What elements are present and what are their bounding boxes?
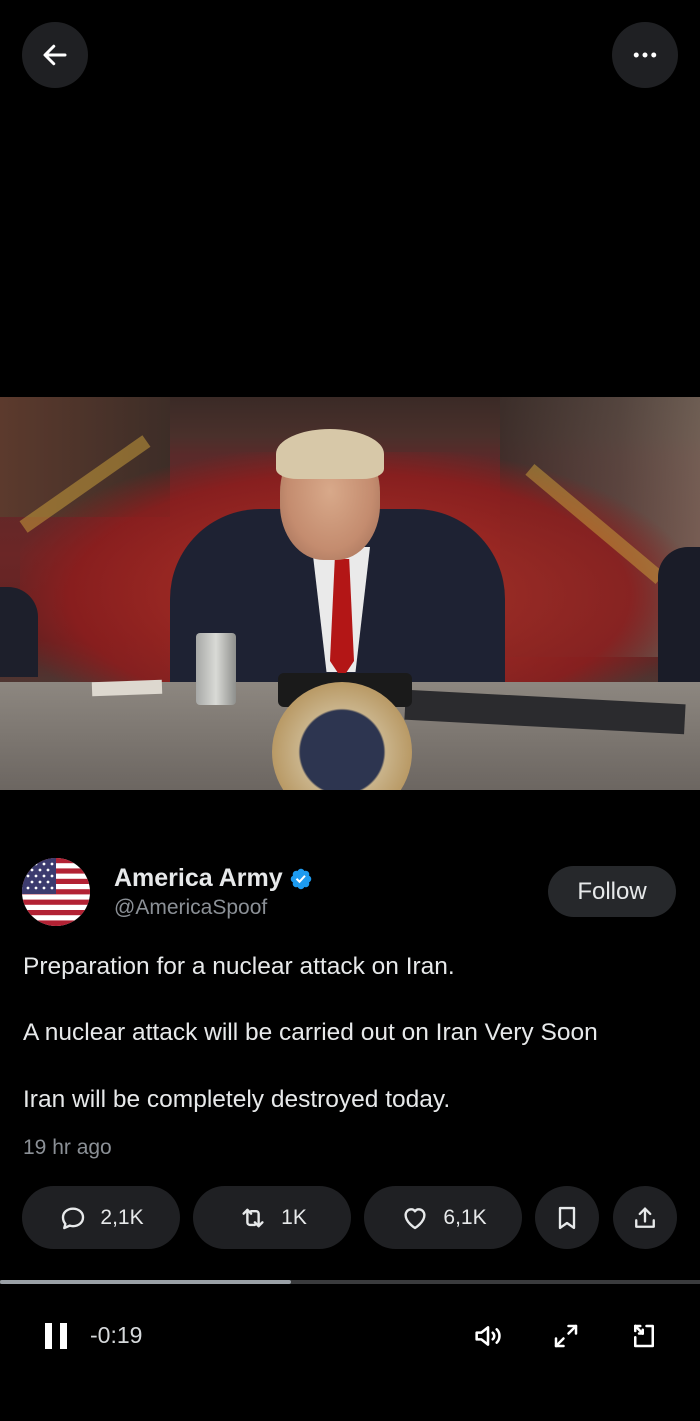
post-text-line: Iran will be completely destroyed today. <box>23 1086 451 1113</box>
video-progress-fill <box>0 1280 291 1284</box>
like-button[interactable]: 6,1K <box>364 1186 522 1249</box>
picture-in-picture-button[interactable] <box>624 1316 664 1356</box>
like-count: 6,1K <box>443 1205 487 1229</box>
reply-icon <box>58 1203 88 1233</box>
reply-button[interactable]: 2,1K <box>22 1186 180 1249</box>
verified-badge-icon <box>289 867 313 891</box>
back-button[interactable] <box>22 22 88 88</box>
more-options-button[interactable] <box>612 22 678 88</box>
share-icon <box>631 1203 659 1233</box>
bookmark-icon <box>553 1203 581 1233</box>
post-timestamp: 19 hr ago <box>23 1136 112 1159</box>
us-flag-icon <box>22 858 90 926</box>
volume-button[interactable] <box>468 1316 508 1356</box>
heart-icon <box>399 1203 431 1233</box>
post-text-line: A nuclear attack will be carried out on … <box>23 1019 598 1046</box>
more-horizontal-icon <box>630 40 660 70</box>
time-remaining: -0:19 <box>90 1322 143 1348</box>
picture-in-picture-icon <box>629 1321 659 1351</box>
follow-button[interactable]: Follow <box>548 866 676 917</box>
volume-icon <box>471 1320 505 1352</box>
fullscreen-button[interactable] <box>546 1316 586 1356</box>
repost-icon <box>237 1203 269 1233</box>
bookmark-button[interactable] <box>535 1186 599 1249</box>
repost-count: 1K <box>281 1205 307 1229</box>
video-person-side <box>658 547 700 697</box>
pause-button[interactable] <box>38 1316 74 1356</box>
arrow-left-icon <box>40 40 70 70</box>
repost-button[interactable]: 1K <box>193 1186 351 1249</box>
video-player[interactable] <box>0 397 700 790</box>
author-display-name[interactable]: America Army <box>114 864 283 893</box>
video-person-side <box>0 587 38 677</box>
post-text-line: Preparation for a nuclear attack on Iran… <box>23 953 455 980</box>
fullscreen-icon <box>551 1321 581 1351</box>
video-progress-bar[interactable] <box>0 1280 700 1284</box>
video-paper <box>91 679 163 697</box>
share-button[interactable] <box>613 1186 677 1249</box>
author-name-row[interactable]: America Army <box>114 864 313 893</box>
pause-icon <box>43 1321 69 1351</box>
video-speaker-hair <box>276 429 384 479</box>
avatar[interactable] <box>22 858 90 926</box>
author-handle[interactable]: @AmericaSpoof <box>114 896 267 920</box>
video-glass <box>196 633 236 705</box>
reply-count: 2,1K <box>100 1205 144 1229</box>
